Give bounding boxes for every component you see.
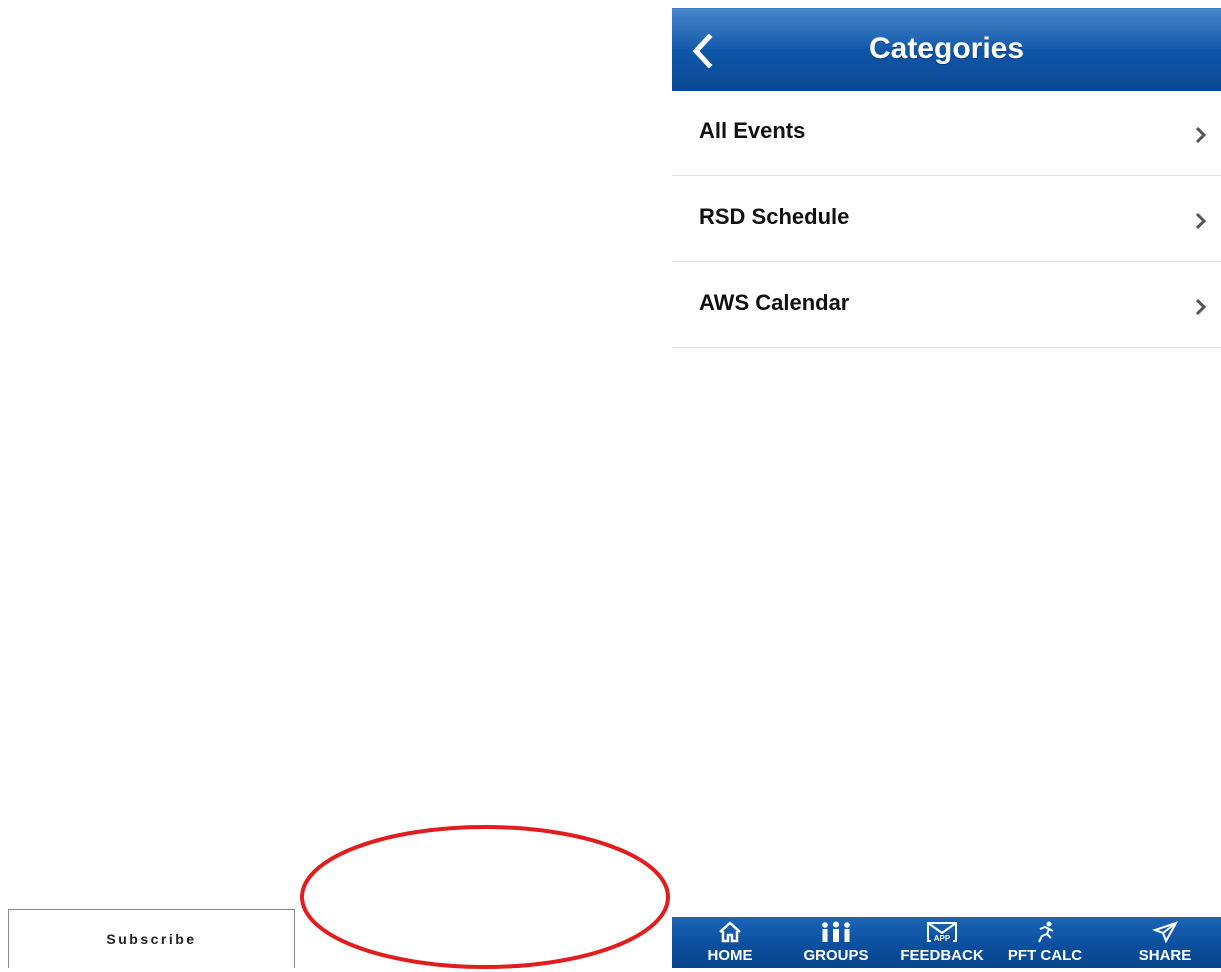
tab-feedback[interactable]: APP FEEDBACK [892, 917, 992, 968]
bottom-tab-bar: HOME GROUPS APP FEEDBACK PFT CALC SHARE [672, 917, 1221, 968]
tab-share[interactable]: SHARE [1130, 917, 1200, 968]
page-title: Categories [868, 32, 1025, 65]
list-item-label: RSD Schedule [699, 204, 850, 229]
nav-header: Categories [672, 8, 1221, 91]
list-item-label: All Events [699, 118, 806, 143]
list-item-label: AWS Calendar [699, 290, 850, 315]
tab-pft-calc[interactable]: PFT CALC [1000, 917, 1090, 968]
category-all-events[interactable]: All Events [672, 90, 1221, 176]
category-rsd-schedule[interactable]: RSD Schedule [672, 176, 1221, 262]
tab-label: PFT CALC [1007, 947, 1083, 964]
category-list: All Events RSD Schedule AWS Calendar [672, 90, 1221, 348]
tab-home[interactable]: HOME [700, 917, 760, 968]
subscribe-label: Subscribe [106, 931, 197, 947]
tab-label: SHARE [1138, 947, 1192, 964]
tab-label: FEEDBACK [900, 947, 984, 964]
feedback-icon: APP [927, 922, 957, 943]
svg-text:APP: APP [934, 934, 951, 943]
phone-screen: Categories All Events RSD Schedule AWS C… [672, 8, 1221, 968]
home-icon [719, 921, 741, 943]
chevron-right-icon [1195, 298, 1207, 316]
chevron-right-icon [1195, 126, 1207, 144]
runner-icon [1038, 921, 1054, 943]
category-aws-calendar[interactable]: AWS Calendar [672, 262, 1221, 348]
tab-label: HOME [707, 947, 753, 964]
chevron-right-icon [1195, 212, 1207, 230]
tab-groups[interactable]: GROUPS [790, 917, 882, 968]
share-icon [1152, 921, 1178, 943]
tab-label: GROUPS [803, 947, 869, 964]
highlight-annotation-oval [300, 825, 670, 969]
subscribe-button[interactable]: Subscribe [8, 909, 295, 968]
groups-icon [822, 921, 850, 942]
